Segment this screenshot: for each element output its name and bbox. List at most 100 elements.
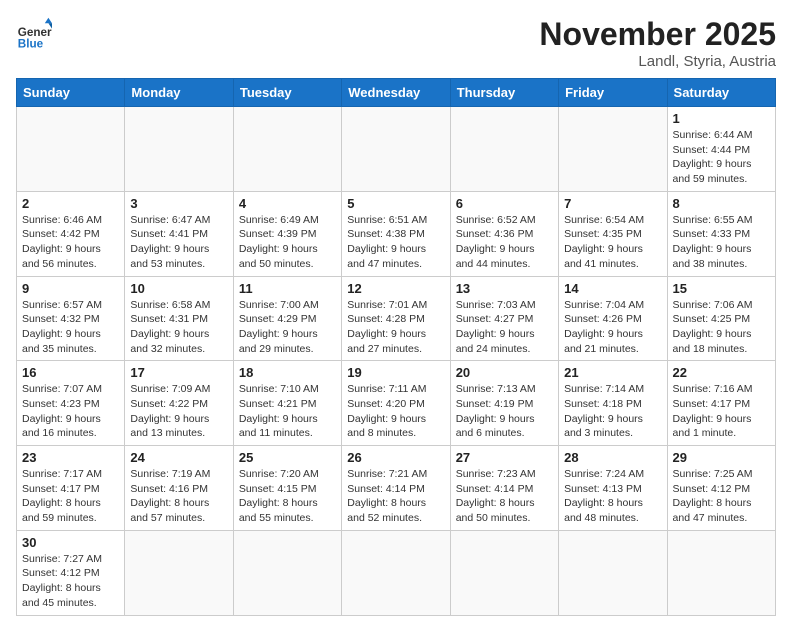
- day-info: Sunrise: 6:54 AMSunset: 4:35 PMDaylight:…: [564, 213, 661, 272]
- calendar-cell: [559, 107, 667, 192]
- day-info: Sunrise: 7:23 AMSunset: 4:14 PMDaylight:…: [456, 467, 553, 526]
- weekday-header-tuesday: Tuesday: [233, 79, 341, 107]
- day-info: Sunrise: 6:57 AMSunset: 4:32 PMDaylight:…: [22, 298, 119, 357]
- day-info: Sunrise: 6:55 AMSunset: 4:33 PMDaylight:…: [673, 213, 770, 272]
- day-info: Sunrise: 7:21 AMSunset: 4:14 PMDaylight:…: [347, 467, 444, 526]
- calendar-cell: 3Sunrise: 6:47 AMSunset: 4:41 PMDaylight…: [125, 191, 233, 276]
- calendar-cell: 30 Sunrise: 7:27 AMSunset: 4:12 PMDayligh…: [17, 530, 125, 615]
- day-info: Sunrise: 7:13 AMSunset: 4:19 PMDaylight:…: [456, 382, 553, 441]
- day-number: 7: [564, 196, 661, 211]
- calendar: SundayMondayTuesdayWednesdayThursdayFrid…: [16, 78, 776, 616]
- day-number: 11: [239, 281, 336, 296]
- day-info: Sunrise: 7:04 AMSunset: 4:26 PMDaylight:…: [564, 298, 661, 357]
- calendar-cell: [559, 530, 667, 615]
- day-info: Sunrise: 7:24 AMSunset: 4:13 PMDaylight:…: [564, 467, 661, 526]
- day-info: Sunrise: 7:19 AMSunset: 4:16 PMDaylight:…: [130, 467, 227, 526]
- day-info: Sunrise: 7:16 AMSunset: 4:17 PMDaylight:…: [673, 382, 770, 441]
- week-row-6: 30 Sunrise: 7:27 AMSunset: 4:12 PMDayligh…: [17, 530, 776, 615]
- calendar-cell: 28 Sunrise: 7:24 AMSunset: 4:13 PMDayligh…: [559, 446, 667, 531]
- day-number: 9: [22, 281, 119, 296]
- calendar-cell: 23 Sunrise: 7:17 AMSunset: 4:17 PMDayligh…: [17, 446, 125, 531]
- svg-text:Blue: Blue: [18, 38, 44, 51]
- calendar-cell: 8Sunrise: 6:55 AMSunset: 4:33 PMDaylight…: [667, 191, 775, 276]
- calendar-cell: [125, 107, 233, 192]
- weekday-header-sunday: Sunday: [17, 79, 125, 107]
- week-row-3: 9 Sunrise: 6:57 AMSunset: 4:32 PMDaylight…: [17, 276, 776, 361]
- weekday-header-monday: Monday: [125, 79, 233, 107]
- day-info: Sunrise: 7:10 AMSunset: 4:21 PMDaylight:…: [239, 382, 336, 441]
- calendar-cell: 20 Sunrise: 7:13 AMSunset: 4:19 PMDayligh…: [450, 361, 558, 446]
- calendar-cell: [233, 107, 341, 192]
- calendar-cell: 2Sunrise: 6:46 AMSunset: 4:42 PMDaylight…: [17, 191, 125, 276]
- day-number: 26: [347, 450, 444, 465]
- calendar-cell: 17Sunrise: 7:09 AMSunset: 4:22 PMDayligh…: [125, 361, 233, 446]
- day-info: Sunrise: 7:14 AMSunset: 4:18 PMDaylight:…: [564, 382, 661, 441]
- day-number: 12: [347, 281, 444, 296]
- day-info: Sunrise: 7:17 AMSunset: 4:17 PMDaylight:…: [22, 467, 119, 526]
- day-number: 22: [673, 365, 770, 380]
- week-row-5: 23 Sunrise: 7:17 AMSunset: 4:17 PMDayligh…: [17, 446, 776, 531]
- day-info: Sunrise: 7:07 AMSunset: 4:23 PMDaylight:…: [22, 382, 119, 441]
- calendar-cell: [125, 530, 233, 615]
- day-number: 28: [564, 450, 661, 465]
- weekday-header-friday: Friday: [559, 79, 667, 107]
- location: Landl, Styria, Austria: [539, 53, 776, 70]
- day-number: 3: [130, 196, 227, 211]
- day-number: 25: [239, 450, 336, 465]
- week-row-4: 16 Sunrise: 7:07 AMSunset: 4:23 PMDayligh…: [17, 361, 776, 446]
- logo-icon: General Blue: [16, 16, 52, 52]
- calendar-cell: 26 Sunrise: 7:21 AMSunset: 4:14 PMDayligh…: [342, 446, 450, 531]
- day-number: 17: [130, 365, 227, 380]
- calendar-cell: 11Sunrise: 7:00 AMSunset: 4:29 PMDayligh…: [233, 276, 341, 361]
- day-number: 29: [673, 450, 770, 465]
- day-number: 21: [564, 365, 661, 380]
- day-number: 24: [130, 450, 227, 465]
- day-number: 20: [456, 365, 553, 380]
- day-number: 1: [673, 111, 770, 126]
- weekday-header-thursday: Thursday: [450, 79, 558, 107]
- calendar-cell: 12 Sunrise: 7:01 AMSunset: 4:28 PMDayligh…: [342, 276, 450, 361]
- title-block: November 2025 Landl, Styria, Austria: [539, 16, 776, 70]
- calendar-cell: 5 Sunrise: 6:51 AMSunset: 4:38 PMDaylight…: [342, 191, 450, 276]
- calendar-cell: [450, 530, 558, 615]
- calendar-cell: 22 Sunrise: 7:16 AMSunset: 4:17 PMDayligh…: [667, 361, 775, 446]
- calendar-cell: 6Sunrise: 6:52 AMSunset: 4:36 PMDaylight…: [450, 191, 558, 276]
- day-number: 19: [347, 365, 444, 380]
- calendar-cell: [233, 530, 341, 615]
- calendar-cell: 1Sunrise: 6:44 AMSunset: 4:44 PMDaylight…: [667, 107, 775, 192]
- day-info: Sunrise: 7:27 AMSunset: 4:12 PMDaylight:…: [22, 552, 119, 611]
- calendar-cell: 29 Sunrise: 7:25 AMSunset: 4:12 PMDayligh…: [667, 446, 775, 531]
- day-info: Sunrise: 7:25 AMSunset: 4:12 PMDaylight:…: [673, 467, 770, 526]
- day-number: 4: [239, 196, 336, 211]
- weekday-header-saturday: Saturday: [667, 79, 775, 107]
- calendar-cell: 9 Sunrise: 6:57 AMSunset: 4:32 PMDaylight…: [17, 276, 125, 361]
- day-number: 30: [22, 535, 119, 550]
- day-number: 16: [22, 365, 119, 380]
- weekday-header-row: SundayMondayTuesdayWednesdayThursdayFrid…: [17, 79, 776, 107]
- day-number: 14: [564, 281, 661, 296]
- day-info: Sunrise: 6:58 AMSunset: 4:31 PMDaylight:…: [130, 298, 227, 357]
- calendar-cell: 24 Sunrise: 7:19 AMSunset: 4:16 PMDayligh…: [125, 446, 233, 531]
- calendar-cell: 14 Sunrise: 7:04 AMSunset: 4:26 PMDayligh…: [559, 276, 667, 361]
- day-info: Sunrise: 7:11 AMSunset: 4:20 PMDaylight:…: [347, 382, 444, 441]
- calendar-cell: 18Sunrise: 7:10 AMSunset: 4:21 PMDayligh…: [233, 361, 341, 446]
- month-title: November 2025: [539, 16, 776, 53]
- calendar-cell: [342, 530, 450, 615]
- week-row-1: 1Sunrise: 6:44 AMSunset: 4:44 PMDaylight…: [17, 107, 776, 192]
- calendar-cell: 25 Sunrise: 7:20 AMSunset: 4:15 PMDayligh…: [233, 446, 341, 531]
- day-info: Sunrise: 6:51 AMSunset: 4:38 PMDaylight:…: [347, 213, 444, 272]
- day-info: Sunrise: 7:06 AMSunset: 4:25 PMDaylight:…: [673, 298, 770, 357]
- calendar-cell: 21 Sunrise: 7:14 AMSunset: 4:18 PMDayligh…: [559, 361, 667, 446]
- calendar-cell: 27Sunrise: 7:23 AMSunset: 4:14 PMDayligh…: [450, 446, 558, 531]
- day-info: Sunrise: 7:01 AMSunset: 4:28 PMDaylight:…: [347, 298, 444, 357]
- day-number: 10: [130, 281, 227, 296]
- calendar-cell: 16 Sunrise: 7:07 AMSunset: 4:23 PMDayligh…: [17, 361, 125, 446]
- calendar-cell: 4Sunrise: 6:49 AMSunset: 4:39 PMDaylight…: [233, 191, 341, 276]
- calendar-cell: [342, 107, 450, 192]
- day-number: 15: [673, 281, 770, 296]
- calendar-cell: 15 Sunrise: 7:06 AMSunset: 4:25 PMDayligh…: [667, 276, 775, 361]
- calendar-cell: 13Sunrise: 7:03 AMSunset: 4:27 PMDayligh…: [450, 276, 558, 361]
- day-number: 5: [347, 196, 444, 211]
- day-number: 23: [22, 450, 119, 465]
- day-info: Sunrise: 7:20 AMSunset: 4:15 PMDaylight:…: [239, 467, 336, 526]
